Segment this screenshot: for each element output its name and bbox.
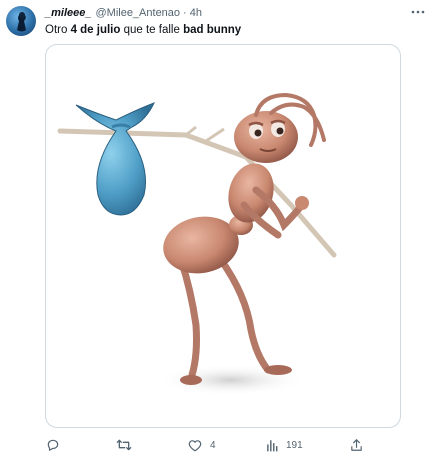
ant-with-bindle-illustration bbox=[57, 92, 337, 396]
tweet-text-prefix: Otro bbox=[45, 24, 71, 36]
retweet-button[interactable] bbox=[116, 436, 140, 454]
display-name[interactable]: _mileee_ bbox=[45, 7, 91, 19]
views-button[interactable]: 191 bbox=[266, 436, 303, 454]
share-icon bbox=[351, 439, 362, 451]
tweet-media[interactable] bbox=[45, 44, 401, 428]
avatar[interactable] bbox=[6, 6, 36, 36]
tweet-text-bold-name: bad bunny bbox=[183, 24, 242, 36]
tweet-header: _mileee_ @Milee_Antenao · 4h bbox=[45, 5, 202, 21]
like-button[interactable]: 4 bbox=[188, 436, 216, 454]
share-button[interactable] bbox=[350, 436, 363, 454]
like-count: 4 bbox=[210, 439, 216, 451]
action-bar: 4 191 bbox=[40, 436, 420, 454]
timestamp[interactable]: 4h bbox=[190, 7, 202, 19]
tweet-text-middle: que te falle bbox=[120, 24, 184, 36]
separator-dot: · bbox=[183, 7, 187, 19]
retweet-icon bbox=[116, 439, 132, 451]
reply-button[interactable] bbox=[46, 436, 68, 454]
tweet-text: Otro 4 de julio que te falle bad bunny bbox=[45, 22, 241, 38]
views-chart-icon bbox=[267, 439, 278, 452]
more-options-icon[interactable] bbox=[410, 4, 426, 20]
reply-icon bbox=[47, 439, 59, 451]
views-count: 191 bbox=[286, 439, 303, 451]
tweet-text-bold-date: 4 de julio bbox=[70, 24, 121, 36]
heart-icon bbox=[188, 439, 202, 451]
avatar-figure-icon bbox=[17, 12, 26, 32]
user-handle[interactable]: @Milee_Antenao bbox=[95, 7, 180, 19]
tweet[interactable]: _mileee_ @Milee_Antenao · 4h Otro 4 de j… bbox=[0, 0, 436, 457]
